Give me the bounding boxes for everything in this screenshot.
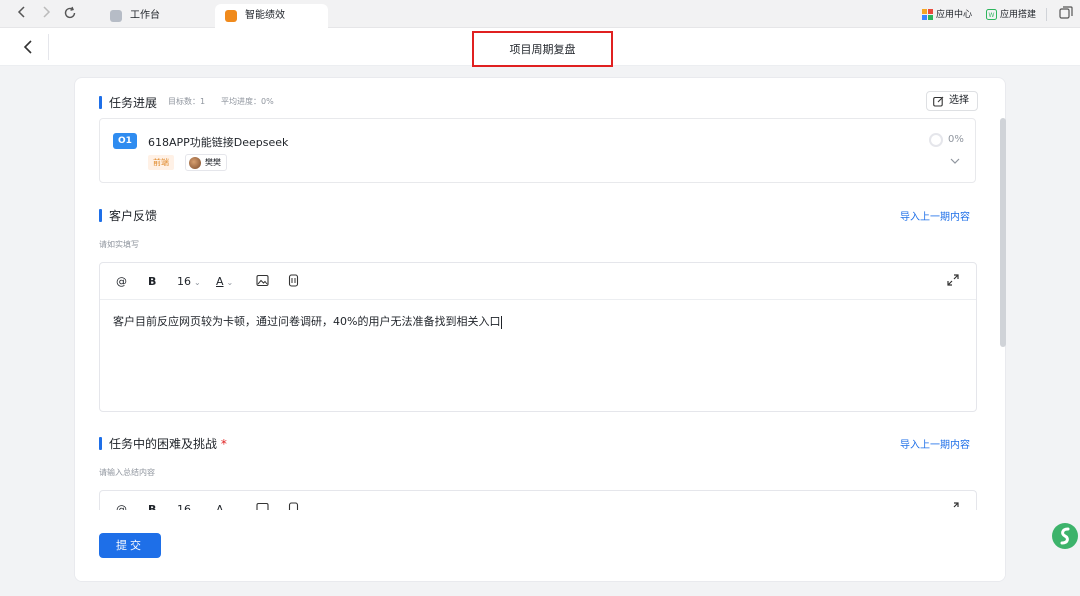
workbench-icon xyxy=(110,10,122,22)
browser-topbar: 工作台 智能绩效 应用中心 W 应用搭建 xyxy=(0,0,1080,28)
challenges-hint: 请输入总结内容 xyxy=(99,468,155,477)
task-owner: 樊樊 xyxy=(185,154,227,171)
performance-app-icon xyxy=(225,10,237,22)
tab-label: 工作台 xyxy=(130,10,160,21)
select-button[interactable]: 选择 xyxy=(926,91,978,111)
page-header: 项目周期复盘 xyxy=(0,28,1080,67)
tab-workbench[interactable]: 工作台 xyxy=(100,4,212,28)
scrollbar[interactable] xyxy=(1000,118,1006,347)
feedback-hint: 请如实填写 xyxy=(99,240,139,249)
footer-area xyxy=(75,510,1005,581)
header-divider xyxy=(48,34,49,60)
customer-feedback-title: 客户反馈 xyxy=(99,207,157,224)
task-name: 618APP功能链接Deepseek xyxy=(148,136,289,149)
page-title-highlight: 项目周期复盘 xyxy=(472,31,613,67)
page-title: 项目周期复盘 xyxy=(509,43,576,56)
assistant-float-icon[interactable] xyxy=(1052,523,1078,549)
font-size-select[interactable]: 16⌄ xyxy=(177,274,201,290)
tab-performance[interactable]: 智能绩效 xyxy=(215,4,328,28)
bold-icon[interactable]: B xyxy=(148,274,156,290)
task-progress-value: 0% xyxy=(948,134,964,145)
task-progress-title: 任务进展 xyxy=(99,94,157,111)
divider xyxy=(1046,8,1047,21)
app-center-link[interactable]: 应用中心 xyxy=(922,8,972,22)
feedback-content[interactable]: 客户目前反应网页较为卡顿，通过问卷调研，40%的用户无法准备找到相关入口 xyxy=(113,313,503,329)
submit-button[interactable]: 提交 xyxy=(99,533,161,558)
app-builder-icon: W xyxy=(986,9,997,20)
image-icon[interactable] xyxy=(256,274,269,290)
window-switch-icon[interactable] xyxy=(1058,6,1074,22)
average-progress: 平均进度：0% xyxy=(221,97,274,106)
avatar xyxy=(189,157,201,169)
tab-label: 智能绩效 xyxy=(245,10,285,21)
select-edit-icon xyxy=(933,96,944,107)
target-count: 目标数：1 xyxy=(168,97,206,106)
progress-ring-icon xyxy=(929,133,943,147)
forward-nav-icon[interactable] xyxy=(38,6,54,22)
text-caret xyxy=(501,315,503,329)
back-nav-icon[interactable] xyxy=(14,6,30,22)
required-mark: * xyxy=(220,437,227,451)
font-color-icon[interactable]: A ⌄ xyxy=(216,274,233,290)
task-item[interactable]: O1 618APP功能链接Deepseek 前端 樊樊 0% xyxy=(99,118,976,183)
chevron-down-icon[interactable] xyxy=(950,157,960,165)
review-form-card: 任务进展 目标数：1 平均进度：0% 选择 O1 618APP功能链接Deeps… xyxy=(74,77,1006,582)
feedback-editor[interactable]: @ B 16 ⌄ A ⌄ 客户目前反应网页较为卡顿，通过问卷调研，40%的用户无法准… xyxy=(99,262,977,412)
back-icon[interactable] xyxy=(20,38,36,56)
import-previous-button[interactable]: 导入上一期内容 xyxy=(900,208,970,223)
refresh-icon[interactable] xyxy=(62,6,78,22)
mention-icon[interactable]: @ xyxy=(116,274,127,290)
app-builder-link[interactable]: W 应用搭建 xyxy=(986,8,1036,22)
attachment-icon[interactable] xyxy=(287,274,300,290)
app-center-icon xyxy=(922,9,933,20)
task-tag: 前端 xyxy=(148,155,174,170)
svg-text:W: W xyxy=(989,13,995,19)
challenges-title: 任务中的困难及挑战 * xyxy=(99,435,227,452)
objective-badge: O1 xyxy=(113,133,137,149)
import-previous-button[interactable]: 导入上一期内容 xyxy=(900,436,970,451)
expand-icon[interactable] xyxy=(947,274,959,290)
editor-toolbar: @ B 16 ⌄ A ⌄ xyxy=(100,263,976,300)
